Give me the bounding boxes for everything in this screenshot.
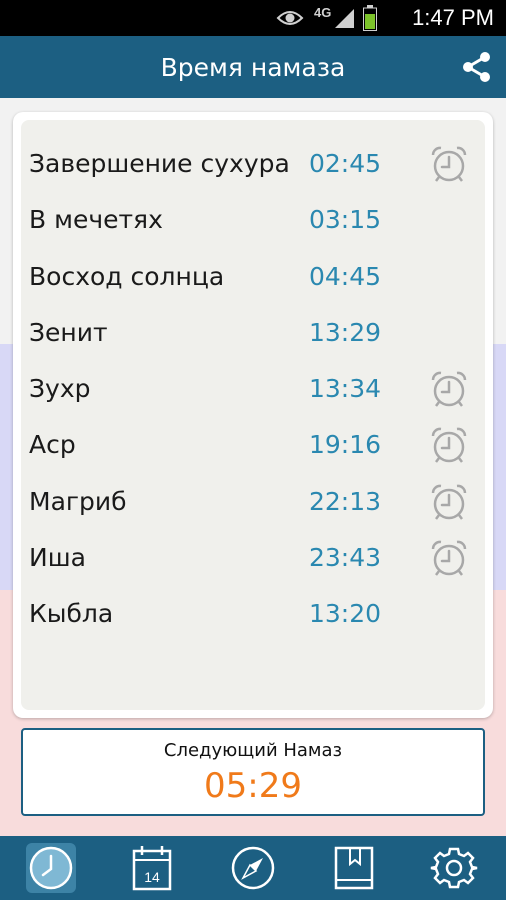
alarm-button[interactable] bbox=[429, 144, 469, 184]
prayer-times-card: Завершение сухура 02:45 В мечетях 03:15 Восх… bbox=[13, 112, 493, 718]
page-title: Время намаза bbox=[160, 53, 346, 82]
eye-icon bbox=[276, 11, 304, 25]
battery-icon bbox=[363, 5, 378, 31]
alarm-button[interactable] bbox=[429, 482, 469, 522]
bottom-nav: 14 bbox=[0, 836, 506, 900]
next-prayer-countdown: 05:29 bbox=[204, 766, 302, 806]
alarm-button[interactable] bbox=[429, 369, 469, 409]
prayer-name: Зухр bbox=[29, 374, 91, 403]
prayer-time: 13:34 bbox=[309, 374, 382, 403]
prayer-name: Аср bbox=[29, 430, 76, 460]
prayer-name: Восход солнца bbox=[29, 261, 225, 291]
prayer-time: 23:43 bbox=[309, 542, 382, 572]
nav-calendar[interactable]: 14 bbox=[126, 842, 178, 894]
compass-icon bbox=[231, 846, 275, 890]
prayer-name: Кыбла bbox=[29, 599, 114, 628]
prayer-times-list: Завершение сухура 02:45 В мечетях 03:15 Восх… bbox=[21, 120, 485, 710]
share-button[interactable] bbox=[460, 49, 494, 85]
status-icons: 4G bbox=[276, 4, 381, 32]
prayer-row: Восход солнца 04:45 bbox=[21, 253, 485, 301]
status-bar: 4G 1:47 PM bbox=[0, 0, 506, 36]
book-icon bbox=[334, 846, 374, 890]
calendar-day-label: 14 bbox=[144, 869, 160, 885]
title-bar: Время намаза bbox=[0, 36, 506, 98]
alarm-button[interactable] bbox=[429, 538, 469, 578]
prayer-row: Аср 19:16 bbox=[21, 421, 485, 469]
prayer-time: 02:45 bbox=[309, 149, 382, 178]
signal-icon bbox=[335, 9, 355, 28]
network-type-label: 4G bbox=[314, 5, 332, 20]
prayer-time: 22:13 bbox=[309, 486, 382, 516]
prayer-row: Зухр 13:34 bbox=[21, 365, 485, 413]
alarm-clock-icon bbox=[431, 484, 467, 520]
status-time: 1:47 PM bbox=[412, 5, 494, 30]
prayer-row: Кыбла 13:20 bbox=[21, 590, 485, 638]
prayer-time: 04:45 bbox=[309, 261, 382, 291]
prayer-name: В мечетях bbox=[29, 205, 163, 235]
share-icon bbox=[463, 52, 490, 82]
alarm-clock-icon bbox=[431, 371, 467, 407]
alarm-clock-icon bbox=[431, 427, 467, 463]
alarm-clock-icon bbox=[431, 540, 467, 576]
next-prayer-box: Следующий Намаз 05:29 bbox=[21, 728, 485, 816]
prayer-row: Зенит 13:29 bbox=[21, 309, 485, 357]
prayer-name: Магриб bbox=[29, 486, 127, 516]
prayer-name: Иша bbox=[29, 542, 86, 572]
prayer-row: Завершение сухура 02:45 bbox=[21, 140, 485, 188]
prayer-name: Зенит bbox=[29, 317, 108, 347]
prayer-time: 03:15 bbox=[309, 205, 382, 235]
prayer-time: 13:20 bbox=[309, 599, 382, 628]
prayer-time: 13:29 bbox=[309, 317, 382, 347]
clock-icon bbox=[26, 843, 76, 893]
alarm-button[interactable] bbox=[429, 425, 469, 465]
prayer-name: Завершение сухура bbox=[29, 149, 290, 178]
nav-qibla-compass[interactable] bbox=[227, 842, 279, 894]
calendar-icon: 14 bbox=[132, 846, 172, 891]
nav-book[interactable] bbox=[328, 842, 380, 894]
prayer-row: Магриб 22:13 bbox=[21, 478, 485, 526]
gear-icon bbox=[430, 847, 478, 889]
prayer-row: Иша 23:43 bbox=[21, 534, 485, 582]
nav-prayer-times[interactable] bbox=[25, 842, 77, 894]
alarm-clock-icon bbox=[431, 146, 467, 182]
next-prayer-label: Следующий Намаз bbox=[163, 740, 343, 761]
prayer-time: 19:16 bbox=[309, 430, 382, 460]
prayer-row: В мечетях 03:15 bbox=[21, 196, 485, 244]
nav-settings[interactable] bbox=[428, 842, 480, 894]
